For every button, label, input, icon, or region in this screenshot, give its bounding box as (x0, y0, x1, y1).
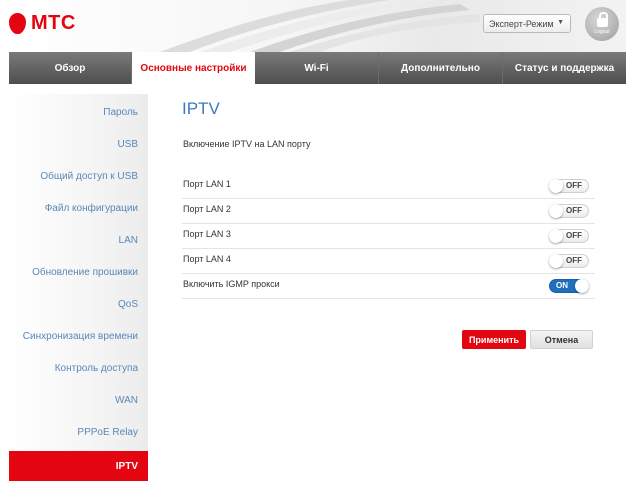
mts-egg-icon (9, 13, 26, 34)
lan1-toggle[interactable]: OFF (549, 179, 589, 193)
sidebar-item-wan[interactable]: WAN (9, 387, 148, 413)
router-admin-page: МТС Эксперт-Режим ▼ Logout Обзор Основны… (0, 0, 626, 481)
sidebar-item-label: WAN (115, 394, 138, 406)
toggle-state: ON (556, 281, 568, 290)
mode-select-value: Эксперт-Режим (489, 18, 554, 29)
sidebar-item-time-sync[interactable]: Синхронизация времени (9, 323, 148, 349)
sidebar-item-label: IPTV (115, 460, 138, 472)
sidebar-item-usb[interactable]: USB (9, 131, 148, 157)
sidebar: Пароль USB Общий доступ к USB Файл конфи… (9, 94, 148, 481)
lock-icon (596, 11, 608, 27)
tab-label: Дополнительно (401, 62, 480, 74)
tab-label: Основные настройки (140, 62, 247, 74)
setting-label: Включить IGMP прокси (183, 279, 280, 289)
sidebar-item-config-file[interactable]: Файл конфигурации (9, 195, 148, 221)
setting-label: Порт LAN 3 (183, 229, 231, 239)
logout-label: Logout (594, 28, 610, 35)
lan3-toggle[interactable]: OFF (549, 229, 589, 243)
sidebar-item-label: USB (117, 138, 138, 150)
lan2-toggle[interactable]: OFF (549, 204, 589, 218)
sidebar-item-firmware-update[interactable]: Обновление прошивки (9, 259, 148, 285)
mts-logo: МТС (9, 12, 76, 35)
sidebar-item-lan[interactable]: LAN (9, 227, 148, 253)
logout-button[interactable]: Logout (585, 7, 619, 41)
toggle-knob (575, 279, 589, 293)
tab-basic-settings[interactable]: Основные настройки (132, 52, 255, 84)
lan4-toggle[interactable]: OFF (549, 254, 589, 268)
tab-label: Wi-Fi (304, 62, 329, 74)
setting-label: Порт LAN 2 (183, 204, 231, 214)
toggle-state: OFF (566, 206, 582, 215)
mode-select[interactable]: Эксперт-Режим ▼ (483, 14, 571, 33)
toggle-knob (549, 254, 563, 268)
sidebar-item-access-control[interactable]: Контроль доступа (9, 355, 148, 381)
logo-text: МТС (31, 12, 76, 34)
sidebar-item-iptv[interactable]: IPTV (9, 451, 148, 481)
toggle-knob (549, 204, 563, 218)
sidebar-item-pppoe-relay[interactable]: PPPoE Relay (9, 419, 148, 445)
header: МТС Эксперт-Режим ▼ Logout (0, 0, 626, 52)
main-tabs: Обзор Основные настройки Wi-Fi Дополните… (9, 52, 626, 84)
sidebar-item-label: Общий доступ к USB (40, 170, 138, 182)
sidebar-item-label: Синхронизация времени (22, 330, 138, 342)
sidebar-item-qos[interactable]: QoS (9, 291, 148, 317)
sidebar-item-label: PPPoE Relay (77, 426, 138, 438)
setting-label: Порт LAN 4 (183, 254, 231, 264)
setting-row-lan2: Порт LAN 2 OFF (182, 199, 595, 224)
toggle-knob (549, 229, 563, 243)
chevron-down-icon: ▼ (557, 19, 564, 26)
sidebar-item-label: LAN (118, 234, 138, 246)
setting-label: Порт LAN 1 (183, 179, 231, 189)
section-subtitle: Включение IPTV на LAN порту (183, 139, 311, 149)
setting-row-lan1: Порт LAN 1 OFF (182, 174, 595, 199)
sidebar-item-label: Обновление прошивки (32, 266, 138, 278)
toggle-knob (549, 179, 563, 193)
apply-button[interactable]: Применить (462, 330, 526, 349)
setting-row-lan3: Порт LAN 3 OFF (182, 224, 595, 249)
tab-advanced[interactable]: Дополнительно (379, 52, 503, 84)
sidebar-item-password[interactable]: Пароль (9, 99, 148, 125)
sidebar-item-label: Пароль (103, 106, 138, 118)
sidebar-item-usb-sharing[interactable]: Общий доступ к USB (9, 163, 148, 189)
setting-row-lan4: Порт LAN 4 OFF (182, 249, 595, 274)
tab-overview[interactable]: Обзор (9, 52, 132, 84)
toggle-state: OFF (566, 256, 582, 265)
tab-wifi[interactable]: Wi-Fi (255, 52, 379, 84)
tab-status-support[interactable]: Статус и поддержка (503, 52, 626, 84)
cancel-button[interactable]: Отмена (530, 330, 593, 349)
toggle-state: OFF (566, 181, 582, 190)
setting-row-igmp-proxy: Включить IGMP прокси ON (182, 274, 595, 299)
sidebar-item-label: Контроль доступа (54, 362, 138, 374)
header-swoosh-decoration (160, 0, 480, 52)
igmp-proxy-toggle[interactable]: ON (549, 279, 589, 293)
tab-label: Статус и поддержка (514, 62, 615, 74)
page-title: IPTV (182, 99, 220, 118)
sidebar-item-label: Файл конфигурации (44, 202, 138, 214)
toggle-state: OFF (566, 231, 582, 240)
tab-label: Обзор (54, 62, 86, 74)
sidebar-item-label: QoS (117, 298, 138, 310)
